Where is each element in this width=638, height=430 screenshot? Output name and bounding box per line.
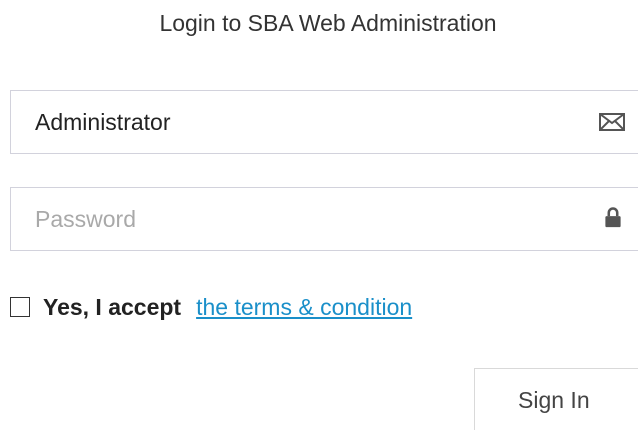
lock-icon <box>605 207 621 228</box>
envelope-icon <box>599 113 625 131</box>
terms-checkbox[interactable] <box>10 297 30 317</box>
terms-row: Yes, I accept the terms & condition <box>10 292 412 322</box>
sign-in-button[interactable]: Sign In <box>474 368 638 430</box>
password-field[interactable] <box>10 187 638 251</box>
accept-label: Yes, I accept <box>43 293 182 320</box>
page-title: Login to SBA Web Administration <box>159 10 497 36</box>
username-input[interactable] <box>11 91 638 153</box>
password-input[interactable] <box>11 188 638 250</box>
terms-link[interactable]: the terms & condition <box>196 294 412 321</box>
username-field[interactable] <box>10 90 638 154</box>
login-page: Login to SBA Web Administration Yes, I a… <box>0 0 638 430</box>
